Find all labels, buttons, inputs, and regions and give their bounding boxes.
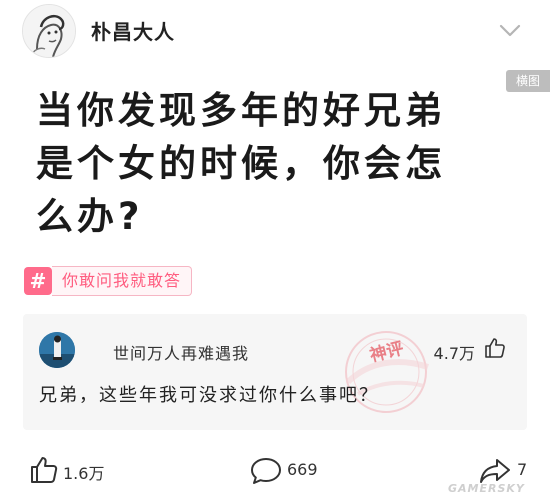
- comment-like-count: 4.7万: [433, 344, 475, 363]
- like-count: 1.6万: [63, 464, 105, 483]
- top-comment-card[interactable]: 神评 世间万人再难遇我 4.7万 兄弟，这些年我可没求过你什么事吧？: [23, 314, 527, 430]
- comment-text: 兄弟，这些年我可没求过你什么事吧？: [39, 385, 379, 406]
- post-header: 朴昌大人: [0, 0, 550, 70]
- commenter-name[interactable]: 世间万人再难遇我: [113, 340, 249, 364]
- chevron-down-icon[interactable]: [497, 20, 523, 40]
- post-title: 当你发现多年的好兄弟是个女的时候，你会怎么办?: [36, 89, 446, 238]
- author-avatar[interactable]: [22, 4, 76, 58]
- hash-icon: #: [24, 267, 52, 295]
- commenter-avatar[interactable]: [39, 332, 75, 368]
- layout-badge: 横图: [506, 70, 550, 92]
- author-name[interactable]: 朴昌大人: [91, 16, 175, 45]
- share-count: 7: [517, 460, 528, 479]
- god-comment-stamp: 神评: [345, 331, 429, 413]
- like-icon[interactable]: [28, 454, 60, 486]
- site-watermark: GAMERSKY: [448, 482, 525, 495]
- comment-icon[interactable]: [249, 456, 283, 486]
- comment-count: 669: [287, 460, 318, 479]
- topic-tag-label: 你敢问我就敢答: [52, 266, 193, 296]
- topic-tag[interactable]: # 你敢问我就敢答: [24, 266, 193, 296]
- thumbs-up-icon[interactable]: [483, 336, 507, 360]
